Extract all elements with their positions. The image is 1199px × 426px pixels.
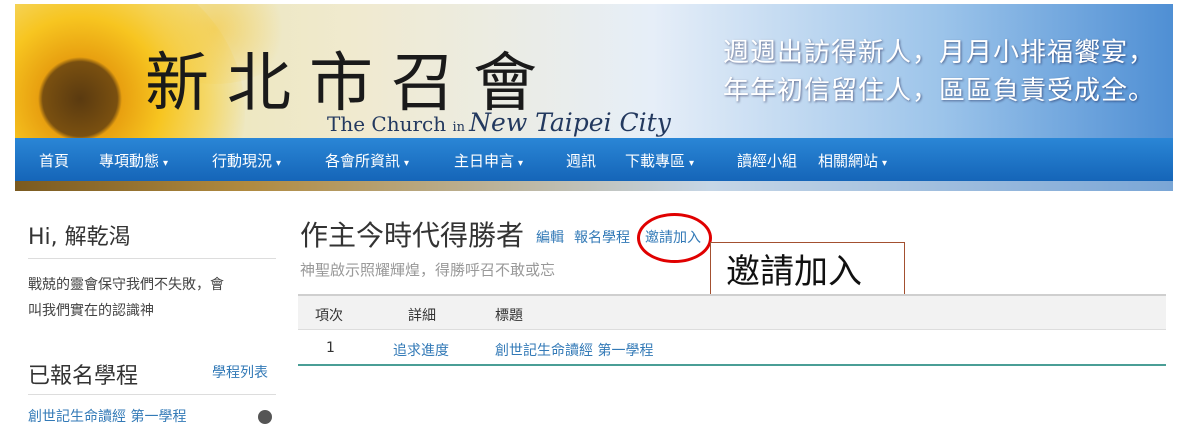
table-header: 項次 詳細 標題 xyxy=(298,294,1166,330)
column-header-title: 標題 xyxy=(495,308,523,324)
logo-en-prefix: The Church xyxy=(327,112,453,136)
logo-en-in: in xyxy=(452,120,470,135)
sidebar-divider xyxy=(28,258,276,259)
logo-en-city: New Taipei City xyxy=(469,108,671,137)
chevron-down-icon: ▾ xyxy=(882,158,888,169)
enroll-course-link[interactable]: 報名學程 xyxy=(574,227,630,247)
avatar xyxy=(258,410,272,424)
table-row: 1 追求進度 創世記生命讀經 第一學程 xyxy=(298,330,1166,366)
nav-item-home[interactable]: 首頁 xyxy=(39,150,69,171)
banner-bottom-strip xyxy=(15,181,1173,191)
sidebar-divider xyxy=(28,394,276,395)
column-header-index: 項次 xyxy=(315,308,343,324)
user-greeting: Hi, 解乾渴 xyxy=(28,225,131,250)
nav-item-downloads[interactable]: 下載專區 ▾ xyxy=(625,150,694,171)
enrolled-courses-heading: 已報名學程 xyxy=(28,364,139,389)
nav-item-action-status[interactable]: 行動現況 ▾ xyxy=(212,150,281,171)
nav-item-weekly-news[interactable]: 週訊 xyxy=(566,150,596,171)
nav-item-related-sites[interactable]: 相關網站 ▾ xyxy=(818,150,887,171)
course-list-link[interactable]: 學程列表 xyxy=(212,362,268,382)
progress-link[interactable]: 追求進度 xyxy=(393,340,449,360)
course-title-link[interactable]: 創世記生命讀經 第一學程 xyxy=(495,340,653,360)
course-table: 項次 詳細 標題 1 追求進度 創世記生命讀經 第一學程 xyxy=(298,294,1166,366)
verse-line-2: 叫我們實在的認識神 xyxy=(28,303,154,319)
page-subtitle: 神聖啟示照耀輝煌，得勝呼召不敢或忘 xyxy=(300,261,556,279)
slogan-line-1: 週週出訪得新人，月月小排福饗宴， xyxy=(722,38,1155,68)
sidebar-verse: 戰兢的靈會保守我們不失敗，會 叫我們實在的認識神 xyxy=(28,272,280,324)
row-index: 1 xyxy=(326,340,335,356)
nav-item-bible-reading-group[interactable]: 讀經小組 xyxy=(737,150,797,171)
edit-link[interactable]: 編輯 xyxy=(536,227,564,247)
enrolled-course-link[interactable]: 創世記生命讀經 第一學程 xyxy=(28,406,186,426)
chevron-down-icon: ▾ xyxy=(404,158,410,169)
chevron-down-icon: ▾ xyxy=(689,158,695,169)
main-navbar: 首頁 專項動態 ▾ 行動現況 ▾ 各會所資訊 ▾ 主日申言 ▾ 週訊 下載專區 ▾ 讀經小… xyxy=(15,138,1173,181)
verse-line-1: 戰兢的靈會保守我們不失敗，會 xyxy=(28,277,224,293)
site-banner: 新北市召會 The Church in New Taipei City 週週出訪… xyxy=(15,4,1173,191)
chevron-down-icon: ▾ xyxy=(518,158,524,169)
nav-item-special-news[interactable]: 專項動態 ▾ xyxy=(99,150,168,171)
banner-slogan: 週週出訪得新人，月月小排福饗宴， 年年初信留住人，區區負責受成全。 xyxy=(723,34,1155,110)
chevron-down-icon: ▾ xyxy=(163,158,169,169)
nav-item-lords-day-prophesying[interactable]: 主日申言 ▾ xyxy=(454,150,523,171)
slogan-line-2: 年年初信留住人，區區負責受成全。 xyxy=(722,76,1155,106)
chevron-down-icon: ▾ xyxy=(276,158,282,169)
highlight-circle-annotation xyxy=(637,213,712,263)
nav-item-meeting-halls[interactable]: 各會所資訊 ▾ xyxy=(325,150,409,171)
site-logo-english: The Church in New Taipei City xyxy=(327,108,671,137)
page-title: 作主今時代得勝者 xyxy=(300,219,525,252)
column-header-detail: 詳細 xyxy=(408,308,436,324)
